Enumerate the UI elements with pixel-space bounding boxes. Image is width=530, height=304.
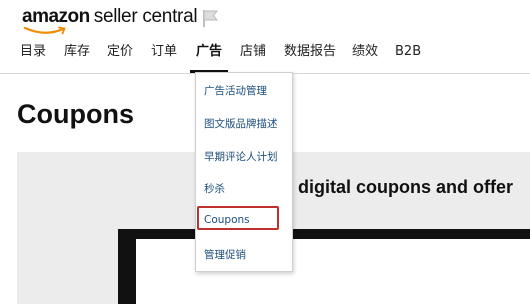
menu-item-early-reviewer-program[interactable]: 早期评论人计划: [204, 149, 278, 164]
menu-item-manage-promotions[interactable]: 管理促销: [204, 247, 246, 262]
nav-item-catalog[interactable]: 目录: [20, 40, 46, 66]
flag-icon[interactable]: [201, 8, 221, 28]
content-headline: digital coupons and offer: [298, 177, 513, 197]
nav-item-b2b[interactable]: B2B: [395, 40, 421, 66]
menu-item-lightning-deals[interactable]: 秒杀: [204, 181, 225, 196]
coupons-highlight-box: [197, 206, 279, 230]
menu-item-campaign-manager[interactable]: 广告活动管理: [204, 83, 267, 98]
advertising-dropdown-menu: 广告活动管理 图文版品牌描述 早期评论人计划 秒杀 Coupons 管理促销: [195, 72, 293, 272]
nav-item-pricing[interactable]: 定价: [107, 40, 133, 66]
logo-product-text: seller central: [93, 6, 198, 27]
nav-item-advertising-label: 广告: [196, 44, 223, 59]
nav-item-stores[interactable]: 店铺: [240, 40, 266, 66]
nav-item-performance[interactable]: 绩效: [352, 40, 378, 66]
nav-item-reports[interactable]: 数据报告: [284, 40, 336, 66]
top-header: amazon seller central 目录 库存 定价 订单 广告 店铺 …: [0, 0, 530, 74]
main-nav: 目录 库存 定价 订单 广告 店铺 数据报告 绩效 B2B: [0, 40, 530, 73]
nav-item-advertising[interactable]: 广告: [190, 40, 229, 73]
nav-item-orders[interactable]: 订单: [151, 40, 177, 66]
amazon-smile-icon: [23, 26, 66, 35]
menu-item-enhanced-brand-content[interactable]: 图文版品牌描述: [204, 116, 278, 131]
nav-item-inventory[interactable]: 库存: [64, 40, 90, 66]
amazon-seller-central-logo[interactable]: amazon seller central: [22, 6, 198, 35]
logo-brand-text: amazon: [22, 6, 90, 27]
page-title: Coupons: [17, 99, 134, 129]
